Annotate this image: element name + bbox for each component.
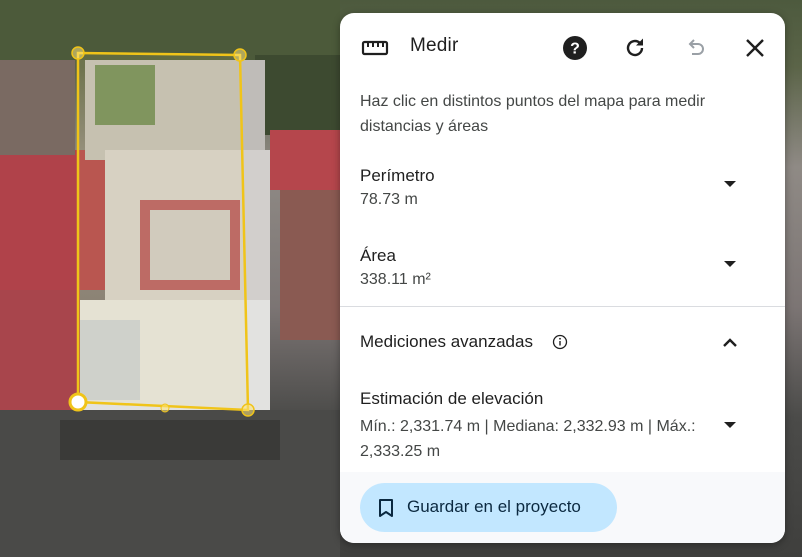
perimeter-value: 78.73 m	[360, 191, 418, 208]
perimeter-row[interactable]: Perímetro 78.73 m	[340, 166, 785, 236]
panel-footer: Guardar en el proyecto	[340, 472, 785, 543]
bookmark-icon	[379, 499, 393, 517]
elevation-label: Estimación de elevación	[360, 389, 544, 408]
area-value: 338.11 m²	[360, 271, 431, 288]
save-to-project-label: Guardar en el proyecto	[407, 497, 581, 516]
close-button[interactable]	[740, 33, 770, 63]
instructions-text: Haz clic en distintos puntos del mapa pa…	[360, 93, 706, 135]
panel-title: Medir	[410, 35, 459, 56]
advanced-measurements-header[interactable]: Mediciones avanzadas	[340, 323, 785, 363]
help-icon: ?	[563, 36, 587, 60]
section-divider	[340, 306, 785, 307]
measure-panel: Medir ? Haz clic en distintos puntos del…	[340, 13, 785, 543]
panel-header: Medir ?	[340, 13, 785, 83]
caret-down-icon[interactable]	[722, 176, 738, 192]
caret-down-icon[interactable]	[722, 417, 738, 433]
caret-down-icon[interactable]	[722, 256, 738, 272]
undo-button[interactable]	[680, 33, 710, 63]
elevation-value: Mín.: 2,331.74 m | Mediana: 2,332.93 m |…	[360, 418, 696, 460]
elevation-row[interactable]: Estimación de elevación Mín.: 2,331.74 m…	[340, 389, 785, 469]
info-icon[interactable]	[552, 334, 568, 350]
refresh-icon	[626, 38, 644, 57]
area-label: Área	[360, 246, 396, 265]
perimeter-label: Perímetro	[360, 166, 435, 185]
help-button[interactable]: ?	[560, 33, 590, 63]
svg-text:?: ?	[570, 41, 580, 58]
undo-icon	[688, 39, 704, 55]
close-icon	[746, 39, 764, 57]
save-to-project-button[interactable]: Guardar en el proyecto	[360, 483, 617, 532]
advanced-measurements-label: Mediciones avanzadas	[360, 332, 533, 351]
chevron-up-icon[interactable]	[720, 333, 740, 353]
refresh-button[interactable]	[620, 33, 650, 63]
ruler-icon	[361, 40, 389, 56]
